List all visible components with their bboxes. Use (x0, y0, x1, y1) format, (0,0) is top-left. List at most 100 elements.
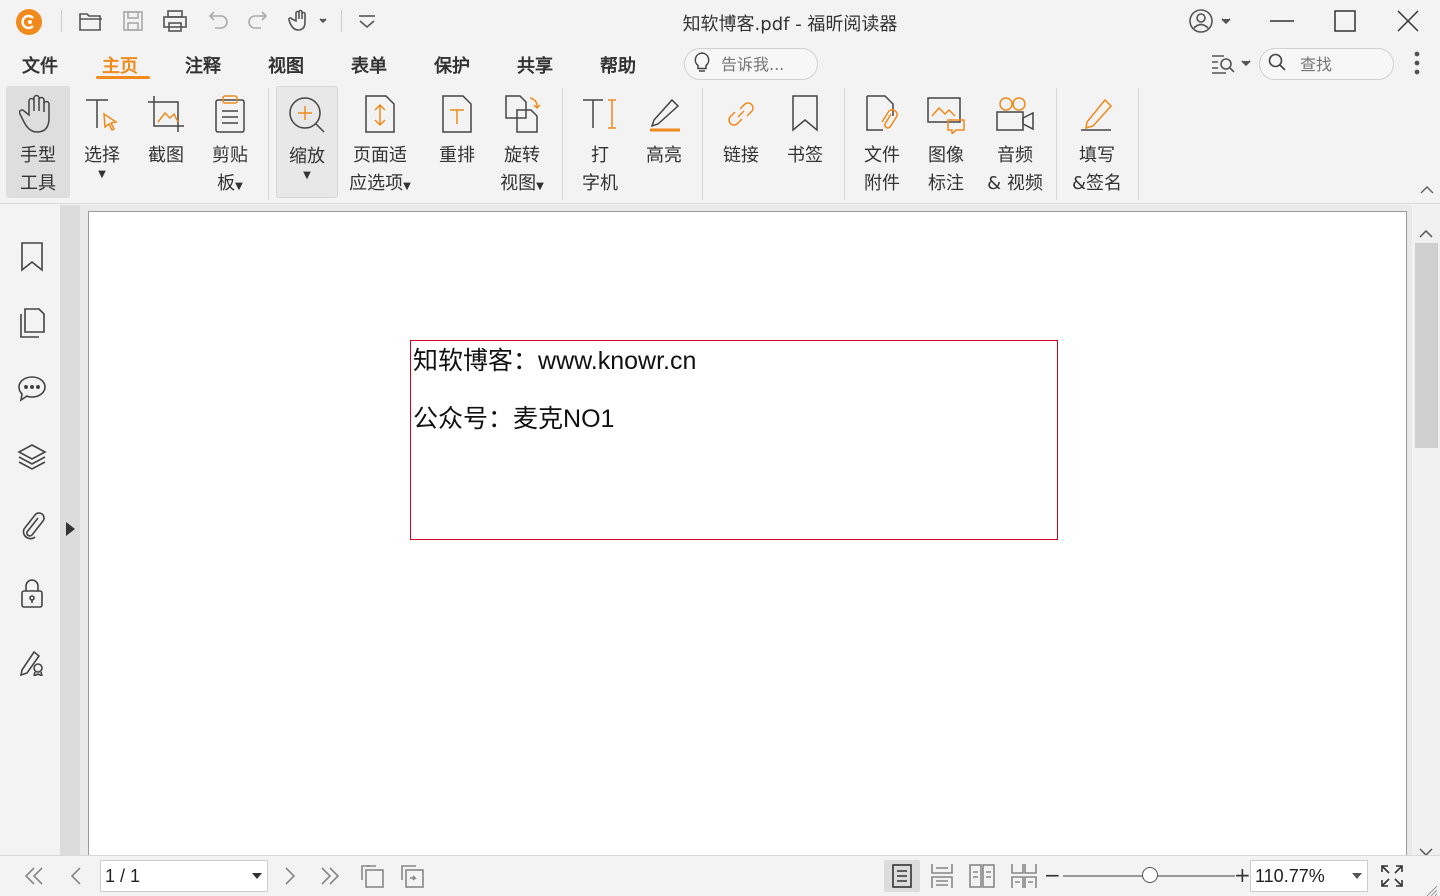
tab-file[interactable]: 文件 (22, 52, 58, 78)
audio-video-button[interactable]: 音频 & 视频 (982, 86, 1048, 198)
bookmark-panel-icon[interactable] (16, 241, 48, 273)
first-page-icon[interactable] (20, 862, 48, 890)
account-icon[interactable] (1186, 8, 1236, 34)
document-viewport[interactable]: 知软博客：www.knowr.cn 公众号：麦克NO1 (80, 205, 1412, 855)
document-text-line: 公众号：麦克NO1 (413, 404, 615, 433)
bookmark-icon (788, 86, 822, 142)
ribbon-separator (268, 88, 269, 200)
resize-grip-icon[interactable] (1424, 882, 1438, 896)
comments-panel-icon[interactable] (16, 373, 48, 405)
next-page-icon[interactable] (276, 862, 304, 890)
last-page-icon[interactable] (316, 862, 344, 890)
continuous-view-icon[interactable] (928, 862, 956, 890)
scroll-up-icon[interactable] (1419, 223, 1433, 242)
rotate-view-button[interactable]: 旋转 视图▼ (492, 86, 552, 198)
text-box-annotation[interactable]: 知软博客：www.knowr.cn 公众号：麦克NO1 (410, 340, 1058, 540)
tab-view[interactable]: 视图 (268, 52, 304, 78)
file-attachment-icon (864, 86, 900, 142)
tab-help[interactable]: 帮助 (600, 52, 636, 78)
link-button[interactable]: 链接 (714, 86, 768, 198)
vertical-scrollbar[interactable] (1413, 205, 1440, 857)
collapse-ribbon-icon[interactable] (1413, 182, 1440, 198)
fit-page-button[interactable]: 页面适 应选项▼ (344, 86, 416, 198)
hand-mode-icon[interactable] (286, 8, 330, 34)
navigation-sidebar (0, 205, 60, 855)
ribbon-separator (1056, 88, 1057, 200)
save-icon[interactable] (118, 8, 148, 34)
fill-sign-button[interactable]: 填写 &签名 (1066, 86, 1128, 198)
select-text-icon (82, 86, 122, 142)
tab-protect[interactable]: 保护 (434, 52, 470, 78)
next-view-icon[interactable] (398, 862, 426, 890)
minimize-button[interactable] (1252, 0, 1312, 42)
zoom-slider-handle[interactable] (1142, 867, 1158, 883)
zoom-out-icon[interactable]: − (1044, 863, 1061, 887)
clipboard-icon (213, 86, 247, 142)
customize-toolbar-icon[interactable] (354, 8, 380, 34)
pages-panel-icon[interactable] (16, 307, 48, 339)
search-input[interactable] (1300, 54, 1380, 74)
facing-view-icon[interactable] (968, 862, 996, 890)
previous-view-icon[interactable] (358, 862, 386, 890)
document-text-line: 知软博客：www.knowr.cn (413, 346, 697, 375)
zoom-button[interactable]: 缩放 ▼ (276, 86, 338, 198)
zoom-in-small-icon[interactable]: + (1234, 863, 1251, 887)
search-box[interactable] (1259, 48, 1394, 80)
typewriter-icon (580, 86, 620, 142)
ribbon-separator (1138, 88, 1139, 200)
close-button[interactable] (1378, 0, 1438, 42)
status-bar: − + (0, 855, 1440, 896)
tab-home[interactable]: 主页 (102, 52, 138, 78)
tab-comment[interactable]: 注释 (185, 52, 221, 78)
window-title: 知软博客.pdf - 福昕阅读器 (682, 14, 898, 35)
undo-icon[interactable] (202, 8, 232, 34)
select-button[interactable]: 选择 ▼ (76, 86, 128, 198)
search-options-icon[interactable] (1208, 50, 1254, 76)
maximize-button[interactable] (1315, 0, 1375, 42)
page-number-input[interactable] (100, 860, 268, 892)
image-annotation-icon (926, 86, 966, 142)
ribbon-separator (562, 88, 563, 200)
zoom-level-input[interactable] (1250, 860, 1368, 892)
tab-share[interactable]: 共享 (517, 52, 553, 78)
previous-page-icon[interactable] (62, 862, 90, 890)
image-annotation-button[interactable]: 图像 标注 (918, 86, 974, 198)
more-options-icon[interactable] (1406, 50, 1428, 76)
tell-me-box[interactable] (684, 48, 818, 80)
select-dropdown-icon[interactable]: ▼ (98, 170, 106, 180)
continuous-facing-view-icon[interactable] (1010, 862, 1038, 890)
fullscreen-icon[interactable] (1378, 862, 1406, 890)
clipboard-button[interactable]: 剪贴 板▼ (204, 86, 256, 198)
ribbon-toolbar: 手型 工具 选择 ▼ 截图 剪贴 板▼ 缩放 ▼ 页面适 应选项▼ 重排 旋转 … (0, 84, 1440, 204)
zoom-dropdown-icon[interactable]: ▼ (303, 171, 311, 181)
single-page-view-icon[interactable] (884, 860, 920, 892)
signature-panel-icon[interactable] (16, 645, 48, 677)
fill-sign-icon (1077, 86, 1117, 142)
snapshot-button[interactable]: 截图 (140, 86, 192, 198)
reflow-button[interactable]: 重排 (430, 86, 484, 198)
layers-panel-icon[interactable] (16, 441, 48, 473)
open-file-icon[interactable] (76, 8, 106, 34)
hand-tool-button[interactable]: 手型 工具 (6, 86, 70, 198)
file-attachment-button[interactable]: 文件 附件 (854, 86, 910, 198)
lightbulb-icon (693, 51, 711, 77)
expand-sidebar-icon[interactable] (66, 522, 75, 536)
pdf-page[interactable]: 知软博客：www.knowr.cn 公众号：麦克NO1 (88, 211, 1407, 855)
tell-me-input[interactable] (721, 54, 811, 74)
snapshot-icon (146, 86, 186, 142)
security-panel-icon[interactable] (16, 577, 48, 609)
redo-icon[interactable] (244, 8, 274, 34)
zoom-dropdown-icon[interactable] (1352, 873, 1362, 879)
typewriter-button[interactable]: 打 字机 (574, 86, 626, 198)
scrollbar-thumb[interactable] (1415, 243, 1438, 448)
page-dropdown-icon[interactable] (252, 873, 262, 879)
hand-icon (19, 86, 57, 142)
bookmark-button[interactable]: 书签 (778, 86, 832, 198)
zoom-in-icon (287, 87, 327, 143)
tab-form[interactable]: 表单 (351, 52, 387, 78)
reflow-icon (440, 86, 474, 142)
attachments-panel-icon[interactable] (16, 509, 48, 541)
foxit-logo-icon (16, 9, 42, 35)
print-icon[interactable] (160, 8, 190, 34)
highlight-button[interactable]: 高亮 (638, 86, 690, 198)
